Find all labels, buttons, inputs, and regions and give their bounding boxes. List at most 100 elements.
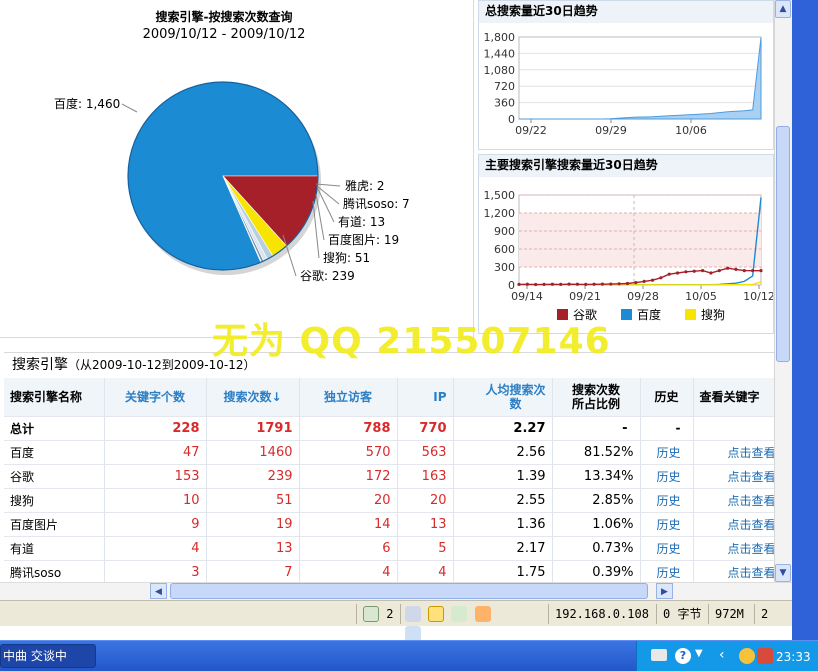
cell-history-link[interactable]: 历史: [640, 488, 694, 513]
cell-visitors: 788: [299, 416, 398, 441]
users-icon[interactable]: [757, 648, 773, 664]
watermark: 无为 QQ 215507146: [212, 321, 611, 362]
shield-icon[interactable]: [428, 606, 445, 622]
cell-engine: 百度图片: [4, 512, 105, 537]
y-tick-label: 1,200: [484, 207, 516, 220]
refresh-icon[interactable]: [451, 606, 468, 622]
keyboard-icon[interactable]: [651, 649, 667, 661]
x-tick-label: 09/21: [569, 290, 601, 303]
cell-view-link[interactable]: 点击查看: [693, 440, 780, 465]
cell-view-link[interactable]: 点击查看: [693, 512, 780, 537]
pie-chart-panel: 搜索引擎-按搜索次数查询 2009/10/12 - 2009/10/12 百度:…: [0, 0, 474, 338]
col-avg-search-label: 人均搜索次数: [485, 382, 546, 411]
cell-keyword-count: 47: [104, 440, 207, 465]
table-row: 搜狗 10 51 20 20 2.55 2.85% 历史 点击查看: [4, 488, 780, 513]
col-keyword-count[interactable]: 关键字个数: [104, 378, 207, 417]
smiley-icon[interactable]: [739, 648, 755, 664]
pie-label-leader: [316, 185, 340, 205]
cell-ratio: -: [552, 416, 641, 441]
chevron-left-icon[interactable]: ‹: [719, 647, 725, 663]
cell-search-count: 1460: [206, 440, 300, 465]
cell-ratio: 13.34%: [552, 464, 641, 489]
x-tick-label: 10/05: [685, 290, 717, 303]
cell-engine: 有道: [4, 536, 105, 561]
pie-label: 雅虎: 2: [345, 178, 385, 193]
total-area-series: [519, 37, 762, 120]
cell-history-link: -: [640, 416, 694, 441]
cell-view-link[interactable]: 点击查看: [693, 464, 780, 489]
pie-label: 百度: 1,460: [54, 96, 120, 111]
cell-search-count: 239: [206, 464, 300, 489]
recycle-icon[interactable]: [363, 606, 379, 622]
y-tick-label: 1,800: [484, 31, 516, 44]
cell-visitors: 4: [299, 560, 398, 585]
cell-history-link[interactable]: 历史: [640, 440, 694, 465]
pie-label: 搜狗: 51: [323, 250, 370, 265]
status-memory: 972M: [708, 604, 750, 624]
legend-label: 百度: [637, 307, 661, 322]
cell-view-link[interactable]: 点击查看: [693, 488, 780, 513]
gear-icon[interactable]: [474, 606, 491, 622]
col-unique-visitors[interactable]: 独立访客: [299, 378, 398, 417]
table-row: 有道 4 13 6 5 2.17 0.73% 历史 点击查看: [4, 536, 780, 561]
scroll-right-button[interactable]: ▶: [656, 583, 673, 599]
cell-search-count: 1791: [206, 416, 300, 441]
horizontal-scroll-thumb[interactable]: [170, 583, 648, 599]
col-history: 历史: [640, 378, 694, 417]
cell-ip: 163: [397, 464, 454, 489]
legend-label: 搜狗: [701, 307, 725, 322]
y-tick-label: 720: [494, 80, 515, 93]
cell-keyword-count: 9: [104, 512, 207, 537]
search-engine-table: 搜索引擎名称 关键字个数 搜索次数↓ 独立访客 IP 人均搜索次数 搜索次数所占…: [4, 378, 780, 585]
vertical-scroll-thumb[interactable]: [776, 126, 790, 362]
cell-history-link[interactable]: 历史: [640, 536, 694, 561]
y-tick-label: 1,440: [484, 47, 516, 60]
y-tick-label: 1,500: [484, 189, 516, 202]
window-frame: [792, 0, 818, 640]
cell-history-link[interactable]: 历史: [640, 464, 694, 489]
scroll-down-button[interactable]: ▼: [775, 564, 791, 582]
cell-visitors: 172: [299, 464, 398, 489]
y-tick-label: 600: [494, 243, 515, 256]
cell-search-count: 13: [206, 536, 300, 561]
clock: 23:33: [776, 650, 811, 664]
help-icon[interactable]: ?: [675, 648, 691, 664]
cell-keyword-count: 10: [104, 488, 207, 513]
cell-ratio: 81.52%: [552, 440, 641, 465]
cell-avg: 2.27: [453, 416, 553, 441]
col-avg-search[interactable]: 人均搜索次数: [453, 378, 553, 417]
chevron-down-icon[interactable]: ▼: [695, 648, 703, 659]
taskbar-window-button[interactable]: 中曲 交谈中: [0, 644, 96, 668]
table-row: 腾讯soso 3 7 4 4 1.75 0.39% 历史 点击查看: [4, 560, 780, 585]
pie-label: 百度图片: 19: [328, 232, 399, 247]
plot-border: [518, 36, 762, 120]
x-tick-label: 09/28: [627, 290, 659, 303]
status-icons: [400, 604, 504, 642]
network-icon[interactable]: [405, 606, 421, 622]
y-tick-label: 1,080: [484, 64, 516, 77]
cell-keyword-count: 4: [104, 536, 207, 561]
status-count-cell: 2: [356, 604, 394, 624]
total-trend-chart: 1,800 1,440 1,080 720 360 009/22 09/29 10/06: [484, 31, 762, 137]
cell-visitors: 14: [299, 512, 398, 537]
cell-engine: 谷歌: [4, 464, 105, 489]
main-trend-panel: 主要搜索引擎搜索量近30日趋势 1,500 1,200 900 600 300 0 09/1…: [478, 154, 775, 334]
cell-search-count: 51: [206, 488, 300, 513]
total-trend-title: 总搜索量近30日趋势: [479, 1, 773, 23]
col-view-keywords: 查看关键字: [693, 378, 780, 417]
scroll-left-button[interactable]: ◀: [150, 583, 167, 599]
cell-view-link[interactable]: 点击查看: [693, 560, 780, 585]
col-search-count[interactable]: 搜索次数↓: [206, 378, 300, 417]
cell-engine: 腾讯soso: [4, 560, 105, 585]
col-ip[interactable]: IP: [397, 378, 454, 417]
cell-history-link[interactable]: 历史: [640, 512, 694, 537]
cell-visitors: 570: [299, 440, 398, 465]
cell-history-link[interactable]: 历史: [640, 560, 694, 585]
cell-ratio: 0.39%: [552, 560, 641, 585]
x-tick-label: 09/22: [515, 124, 547, 137]
cell-keyword-count: 3: [104, 560, 207, 585]
y-tick-label: 0: [508, 113, 515, 126]
cell-view-link[interactable]: 点击查看: [693, 536, 780, 561]
scroll-up-button[interactable]: ▲: [775, 0, 791, 18]
status-count: 2: [386, 607, 394, 621]
